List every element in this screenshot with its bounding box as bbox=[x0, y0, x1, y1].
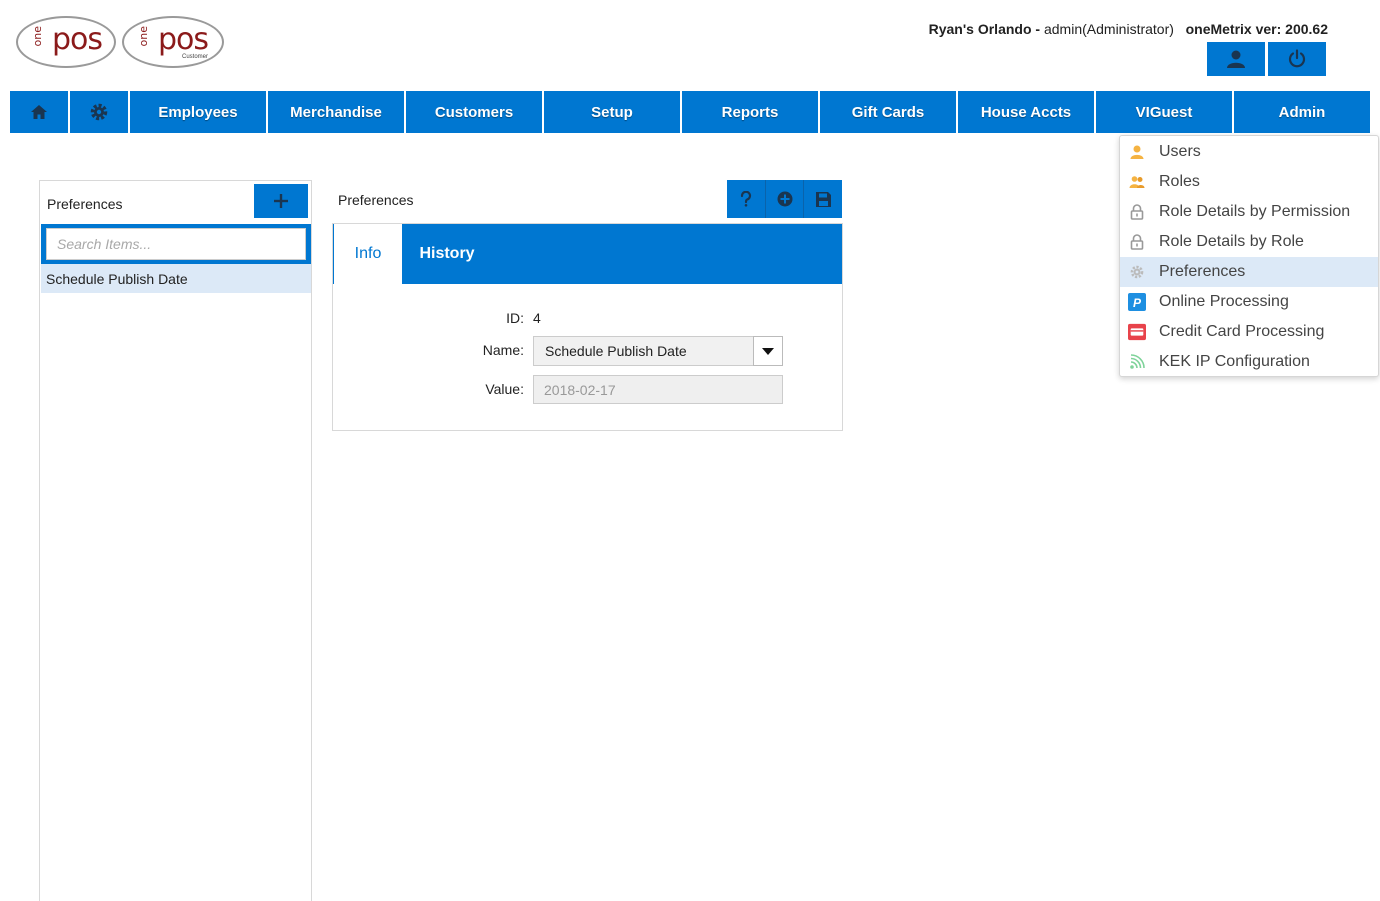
store-name: Ryan's Orlando bbox=[928, 21, 1032, 37]
nav-customers[interactable]: Customers bbox=[406, 91, 542, 133]
menu-item-role-details-by-role[interactable]: Role Details by Role bbox=[1120, 227, 1378, 257]
nav-employees[interactable]: Employees bbox=[130, 91, 266, 133]
logout-button[interactable] bbox=[1268, 42, 1326, 76]
home-icon bbox=[31, 105, 47, 119]
name-select-value: Schedule Publish Date bbox=[545, 343, 687, 359]
nav-home[interactable] bbox=[10, 91, 68, 133]
id-label: ID: bbox=[506, 310, 524, 326]
header-separator: - bbox=[1031, 21, 1044, 37]
user-icon bbox=[1128, 143, 1146, 161]
credit-card-icon bbox=[1128, 323, 1146, 341]
list-panel-title: Preferences bbox=[47, 196, 123, 212]
nav-viguest[interactable]: VIGuest bbox=[1096, 91, 1232, 133]
user-icon bbox=[1227, 50, 1245, 68]
gear-icon bbox=[1128, 263, 1146, 281]
menu-item-online-processing[interactable]: P Online Processing bbox=[1120, 287, 1378, 317]
list-item[interactable]: Schedule Publish Date bbox=[41, 264, 311, 293]
menu-item-label: Online Processing bbox=[1159, 293, 1289, 310]
menu-item-label: Credit Card Processing bbox=[1159, 323, 1325, 340]
nav-merchandise[interactable]: Merchandise bbox=[268, 91, 404, 133]
nav-settings[interactable] bbox=[70, 91, 128, 133]
plus-circle-icon bbox=[777, 191, 792, 207]
main-nav: Employees Merchandise Customers Setup Re… bbox=[10, 91, 1374, 133]
tab-history[interactable]: History bbox=[402, 224, 492, 284]
menu-item-users[interactable]: Users bbox=[1120, 137, 1378, 167]
nav-reports[interactable]: Reports bbox=[682, 91, 818, 133]
value-field: 2018-02-17 bbox=[533, 375, 783, 404]
wifi-icon bbox=[1128, 353, 1146, 371]
nav-gift-cards[interactable]: Gift Cards bbox=[820, 91, 956, 133]
value-label: Value: bbox=[485, 381, 524, 397]
question-icon bbox=[740, 191, 751, 207]
logo-pos-text: pos bbox=[158, 22, 209, 57]
tab-info[interactable]: Info bbox=[334, 224, 402, 284]
floppy-disk-icon bbox=[815, 191, 831, 207]
search-input[interactable] bbox=[46, 228, 306, 260]
svg-text:P: P bbox=[1133, 296, 1142, 310]
users-icon bbox=[1128, 173, 1146, 191]
add-record-button[interactable] bbox=[766, 180, 805, 218]
version-label: oneMetrix ver: 200.62 bbox=[1185, 21, 1328, 37]
menu-item-credit-card-processing[interactable]: Credit Card Processing bbox=[1120, 317, 1378, 347]
menu-item-label: Roles bbox=[1159, 173, 1200, 190]
add-item-button[interactable] bbox=[254, 184, 308, 218]
caret-down-icon bbox=[762, 347, 774, 355]
nav-admin[interactable]: Admin bbox=[1234, 91, 1370, 133]
preferences-list-panel: Preferences Schedule Publish Date bbox=[39, 180, 312, 901]
menu-item-roles[interactable]: Roles bbox=[1120, 167, 1378, 197]
user-role: admin(Administrator) bbox=[1043, 21, 1174, 37]
header-user-info: Ryan's Orlando - admin(Administrator) on… bbox=[929, 21, 1328, 37]
logo-sub-text: Customer bbox=[182, 54, 209, 60]
menu-item-label: Role Details by Permission bbox=[1159, 203, 1351, 220]
lock-icon bbox=[1128, 203, 1146, 221]
paypal-icon: P bbox=[1128, 293, 1146, 311]
plus-icon bbox=[274, 194, 288, 208]
detail-panel-title: Preferences bbox=[338, 192, 414, 208]
save-button[interactable] bbox=[804, 180, 842, 218]
detail-tabs: Info History bbox=[333, 224, 842, 284]
user-profile-button[interactable] bbox=[1207, 42, 1265, 76]
nav-house-accts[interactable]: House Accts bbox=[958, 91, 1094, 133]
menu-item-kek-ip-configuration[interactable]: KEK IP Configuration bbox=[1120, 347, 1378, 377]
detail-box: Info History ID: 4 Name: Schedule Publis… bbox=[332, 223, 843, 431]
menu-item-preferences[interactable]: Preferences bbox=[1120, 257, 1378, 287]
onepos-logo: one pos bbox=[16, 16, 116, 68]
help-button[interactable] bbox=[727, 180, 766, 218]
logo-one-text: one bbox=[137, 26, 150, 47]
menu-item-label: Role Details by Role bbox=[1159, 233, 1304, 250]
power-icon bbox=[1288, 49, 1306, 68]
logo-one-text: one bbox=[31, 26, 44, 47]
menu-item-label: KEK IP Configuration bbox=[1159, 353, 1310, 370]
name-label: Name: bbox=[482, 342, 524, 358]
nav-setup[interactable]: Setup bbox=[544, 91, 680, 133]
name-select[interactable]: Schedule Publish Date bbox=[533, 336, 783, 366]
gear-icon bbox=[90, 103, 108, 121]
detail-toolbar bbox=[727, 180, 842, 218]
menu-item-label: Preferences bbox=[1159, 263, 1246, 280]
admin-dropdown-menu: Users Roles Role Details by Permission R… bbox=[1119, 135, 1379, 377]
id-value: 4 bbox=[533, 310, 541, 326]
logo-pos-text: pos bbox=[52, 22, 103, 57]
menu-item-role-details-by-permission[interactable]: Role Details by Permission bbox=[1120, 197, 1378, 227]
dropdown-toggle[interactable] bbox=[753, 336, 783, 366]
menu-item-label: Users bbox=[1159, 143, 1201, 160]
onepos-customer-logo: one pos Customer bbox=[122, 16, 224, 68]
search-bar bbox=[41, 224, 311, 264]
lock-icon bbox=[1128, 233, 1146, 251]
